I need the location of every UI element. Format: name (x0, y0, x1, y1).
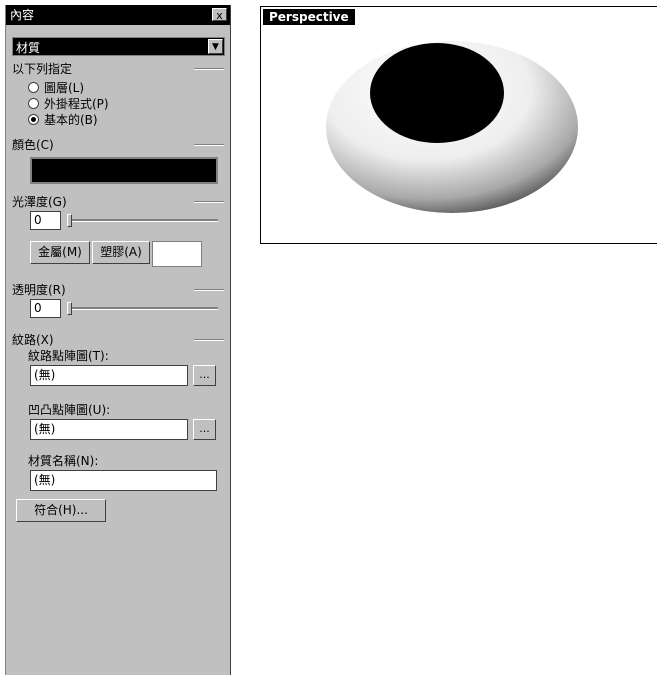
color-label: 顏色(C) (12, 138, 54, 152)
panel-titlebar[interactable]: 內容 x (6, 5, 230, 25)
radio-label: 基本的(B) (44, 113, 98, 127)
transparency-slider-handle[interactable] (67, 302, 72, 315)
gloss-slider-handle[interactable] (67, 214, 72, 227)
radio-button-selected[interactable] (28, 114, 39, 125)
radio-button[interactable] (28, 98, 39, 109)
bump-map-field[interactable]: (無) (30, 419, 188, 440)
object-type-value: 材質 (16, 41, 41, 55)
transparency-slider-track[interactable] (69, 307, 218, 310)
section-divider (194, 144, 224, 146)
section-divider (194, 201, 224, 203)
material-name-label: 材質名稱(N): (28, 454, 99, 468)
plastic-button[interactable]: 塑膠(A) (92, 241, 150, 264)
radio-plugin[interactable]: 外掛程式(P) (28, 95, 109, 112)
viewport-tab[interactable]: Perspective (263, 9, 355, 25)
gloss-input[interactable]: 0 (30, 211, 61, 230)
chevron-down-icon[interactable]: ▼ (208, 39, 223, 54)
close-button[interactable]: x (212, 8, 227, 22)
material-name-field[interactable]: (無) (30, 470, 217, 491)
radio-button[interactable] (28, 82, 39, 93)
properties-panel: 內容 x 材質 ▼ 以下列指定 圖層(L) 外掛程式(P) 基本的(B) 顏色(… (5, 5, 231, 675)
gloss-label: 光澤度(G) (12, 195, 67, 209)
transparency-label: 透明度(R) (12, 283, 66, 297)
section-divider (194, 68, 224, 70)
match-button[interactable]: 符合(H)... (16, 499, 106, 522)
transparency-input[interactable]: 0 (30, 299, 61, 318)
section-divider (194, 339, 224, 341)
radio-layer[interactable]: 圖層(L) (28, 79, 84, 96)
texture-label: 紋路(X) (12, 333, 54, 347)
panel-title: 內容 (10, 8, 35, 22)
radio-basic[interactable]: 基本的(B) (28, 111, 98, 128)
object-type-dropdown[interactable]: 材質 ▼ (12, 37, 225, 56)
texture-map-field[interactable]: (無) (30, 365, 188, 386)
assign-section-label: 以下列指定 (12, 62, 73, 76)
radio-label: 外掛程式(P) (44, 97, 109, 111)
texture-map-label: 紋路點陣圖(T): (28, 349, 109, 363)
gloss-preview (152, 241, 202, 267)
radio-label: 圖層(L) (44, 81, 85, 95)
rendered-ellipsoid (326, 41, 578, 213)
perspective-viewport[interactable]: Perspective (260, 6, 657, 244)
gloss-slider-track[interactable] (69, 219, 218, 222)
metal-button[interactable]: 金屬(M) (30, 241, 90, 264)
section-divider (194, 289, 224, 291)
bump-map-label: 凹凸點陣圖(U): (28, 403, 111, 417)
color-swatch[interactable] (30, 157, 218, 184)
texture-map-browse-button[interactable]: ... (193, 365, 216, 386)
bump-map-browse-button[interactable]: ... (193, 419, 216, 440)
